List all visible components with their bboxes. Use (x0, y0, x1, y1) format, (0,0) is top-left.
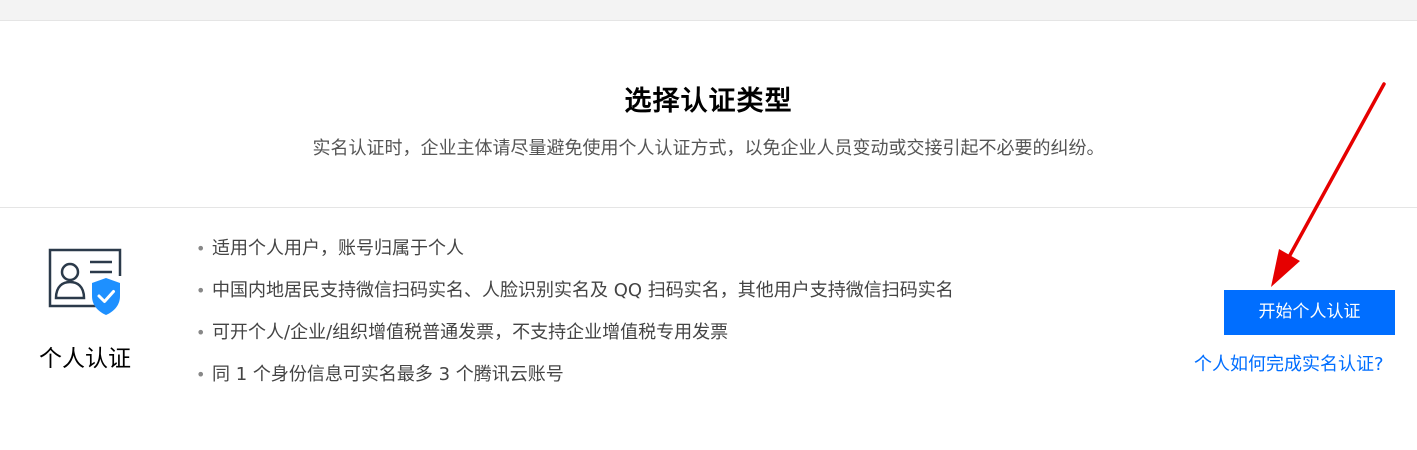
page-title: 选择认证类型 (624, 86, 793, 117)
feature-text: 同 1 个身份信息可实名最多 3 个腾讯云账号 (212, 364, 564, 385)
bullet-icon: • (196, 365, 206, 384)
top-bar (0, 0, 1417, 21)
personal-auth-help-link[interactable]: 个人如何完成实名认证? (1194, 350, 1417, 376)
list-item: • 适用个人用户，账号归属于个人 (196, 236, 1156, 278)
bullet-icon: • (196, 281, 206, 300)
bullet-icon: • (196, 323, 206, 342)
feature-text: 中国内地居民支持微信扫码实名、人脸识别实名及 QQ 扫码实名，其他用户支持微信扫… (212, 280, 954, 301)
feature-text: 可开个人/企业/组织增值税普通发票，不支持企业增值税专用发票 (212, 322, 729, 343)
feature-list: • 适用个人用户，账号归属于个人 • 中国内地居民支持微信扫码实名、人脸识别实名及 … (196, 236, 1156, 404)
personal-auth-title: 个人认证 (39, 346, 131, 372)
list-item: • 中国内地居民支持微信扫码实名、人脸识别实名及 QQ 扫码实名，其他用户支持微信… (196, 278, 1156, 320)
id-card-shield-icon (48, 248, 122, 315)
page-subtitle: 实名认证时，企业主体请尽量避免使用个人认证方式，以免企业人员变动或交接引起不必要… (312, 138, 1105, 159)
start-personal-auth-button[interactable]: 开始个人认证 (1224, 290, 1395, 335)
list-item: • 可开个人/企业/组织增值税普通发票，不支持企业增值税专用发票 (196, 320, 1156, 362)
bullet-icon: • (196, 239, 206, 258)
divider (0, 207, 1417, 208)
list-item: • 同 1 个身份信息可实名最多 3 个腾讯云账号 (196, 362, 1156, 404)
feature-text: 适用个人用户，账号归属于个人 (212, 238, 464, 259)
